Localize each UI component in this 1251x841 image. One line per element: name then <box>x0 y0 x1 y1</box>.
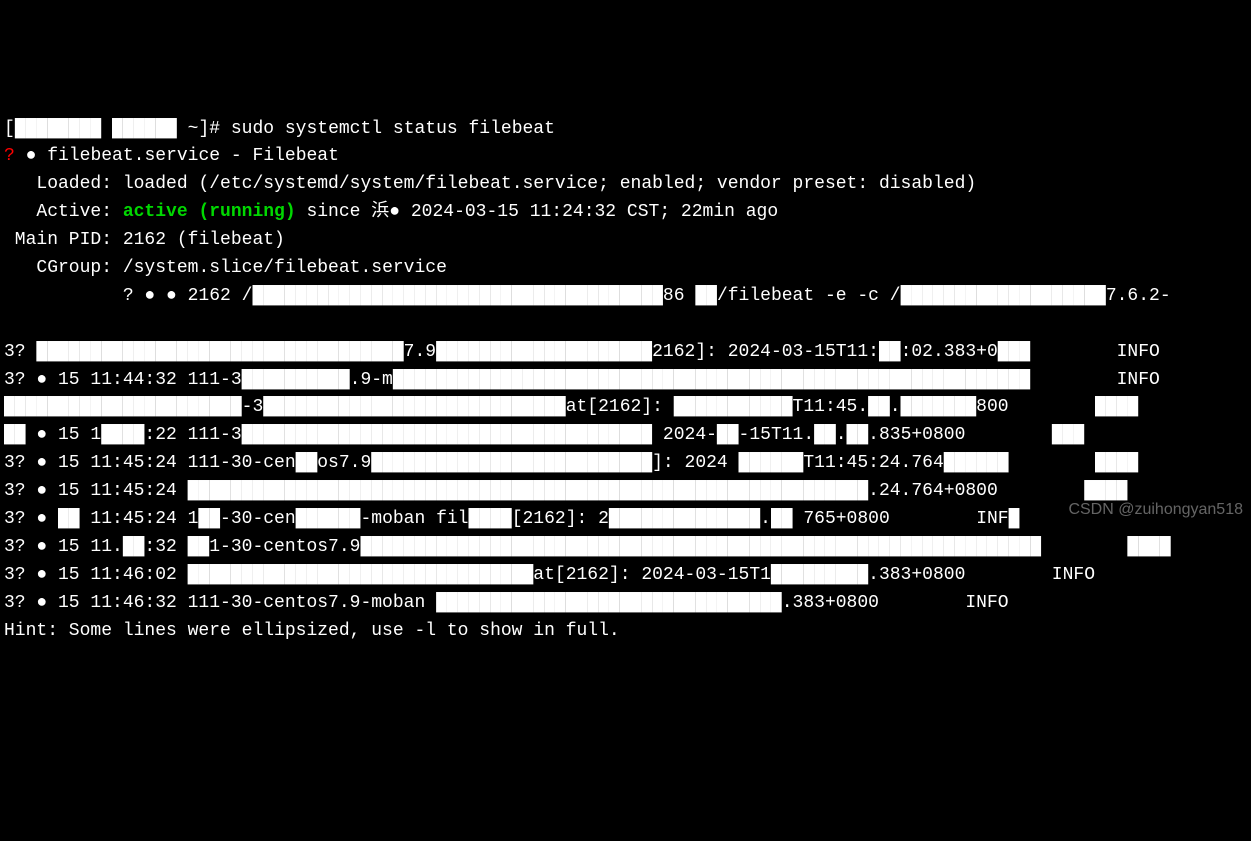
log-line: 3? ● 15 11.██:32 ██1-30-centos7.9███████… <box>4 534 1247 562</box>
log-line: 3? ██████████████████████████████████7.9… <box>4 339 1247 367</box>
hint-line: Hint: Some lines were ellipsized, use -l… <box>4 618 1247 646</box>
active-line: Active: active (running) since 浜● 2024-0… <box>4 199 1247 227</box>
cgroup-sub-line: ? ● ● 2162 /████████████████████████████… <box>4 283 1247 311</box>
command-text: sudo systemctl status filebeat <box>231 119 555 139</box>
cgroup-line: CGroup: /system.slice/filebeat.service <box>4 255 1247 283</box>
log-line: 3? ● 15 11:46:32 111-30-centos7.9-moban … <box>4 590 1247 618</box>
log-line: 3? ● 15 11:45:24 111-30-cen██os7.9██████… <box>4 450 1247 478</box>
log-line: 3? ● 15 11:44:32 111-3██████████.9-m████… <box>4 367 1247 395</box>
mainpid-line: Main PID: 2162 (filebeat) <box>4 227 1247 255</box>
loaded-line: Loaded: loaded (/etc/systemd/system/file… <box>4 171 1247 199</box>
log-line: ██████████████████████-3████████████████… <box>4 394 1247 422</box>
active-status: active (running) <box>123 202 296 222</box>
prompt-line: [████████ ██████ ~]# sudo systemctl stat… <box>4 116 1247 144</box>
service-header: ? ● filebeat.service - Filebeat <box>4 143 1247 171</box>
log-line: 3? ● 15 11:45:24 ███████████████████████… <box>4 478 1247 506</box>
log-line: 3? ● 15 11:46:02 ███████████████████████… <box>4 562 1247 590</box>
watermark: CSDN @zuihongyan518 <box>1068 498 1243 523</box>
log-line: 3? ● ██ 11:45:24 1██-30-cen██████-moban … <box>4 506 1247 534</box>
log-line: ██ ● 15 1████:22 111-3██████████████████… <box>4 422 1247 450</box>
blank-line <box>4 311 1247 339</box>
